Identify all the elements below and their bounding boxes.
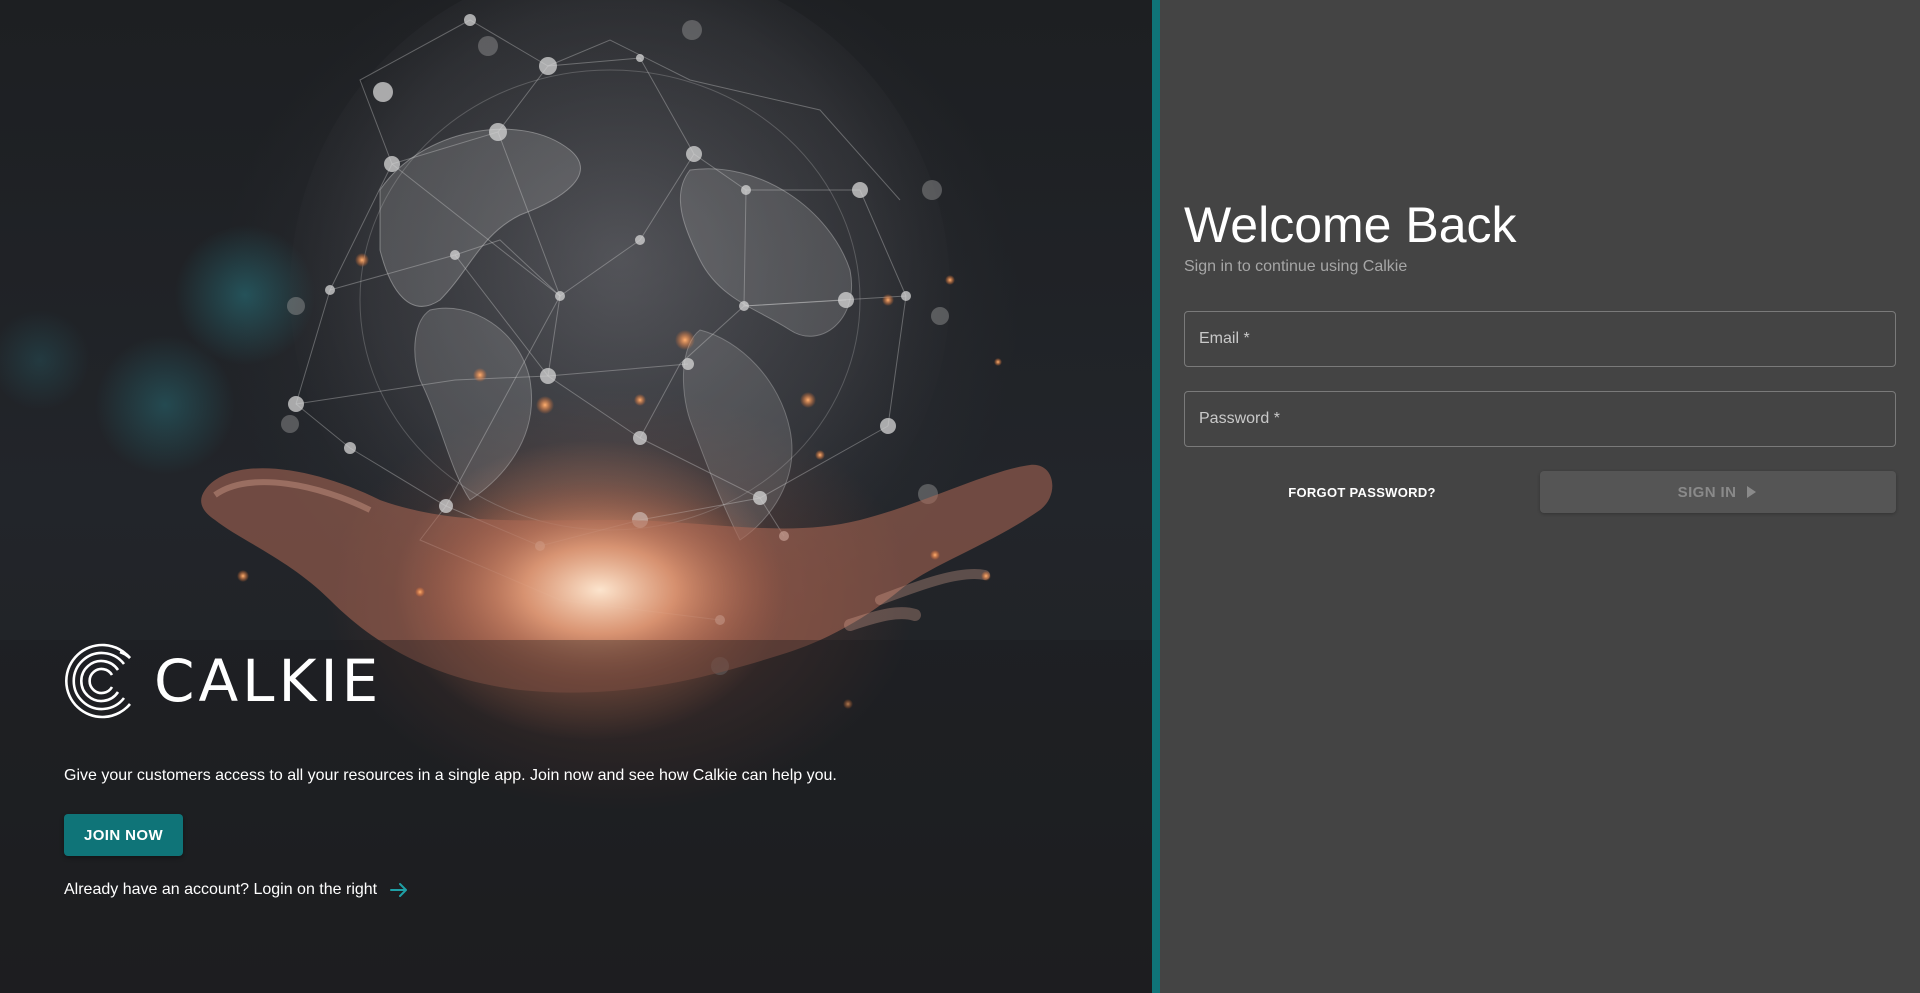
- login-hint-link[interactable]: Already have an account? Login on the ri…: [64, 880, 409, 900]
- login-title: Welcome Back: [1184, 197, 1517, 253]
- brand-logo: CALKIE: [64, 642, 382, 720]
- sign-in-label: SIGN IN: [1677, 483, 1737, 501]
- arrow-right-icon: [390, 883, 408, 897]
- panel-divider: [1152, 0, 1160, 993]
- login-hint-text: Already have an account? Login on the ri…: [64, 881, 378, 898]
- password-field: [1184, 391, 1896, 447]
- email-field: [1184, 311, 1896, 367]
- join-now-button[interactable]: JOIN NOW: [64, 814, 183, 856]
- login-subtitle: Sign in to continue using Calkie: [1184, 258, 1408, 275]
- password-input[interactable]: [1185, 392, 1895, 446]
- calkie-logo-icon: [65, 643, 131, 719]
- hero-section: CALKIE Give your customers access to all…: [0, 0, 1152, 993]
- login-page: CALKIE Give your customers access to all…: [0, 0, 1920, 993]
- email-input[interactable]: [1185, 312, 1895, 366]
- brand-wordmark: CALKIE: [154, 647, 383, 715]
- sign-in-button[interactable]: SIGN IN: [1540, 471, 1896, 513]
- hero-tagline: Give your customers access to all your r…: [64, 767, 837, 784]
- play-arrow-icon: [1747, 486, 1757, 498]
- forgot-password-button[interactable]: FORGOT PASSWORD?: [1184, 471, 1540, 513]
- login-panel: Welcome Back Sign in to continue using C…: [1160, 0, 1920, 993]
